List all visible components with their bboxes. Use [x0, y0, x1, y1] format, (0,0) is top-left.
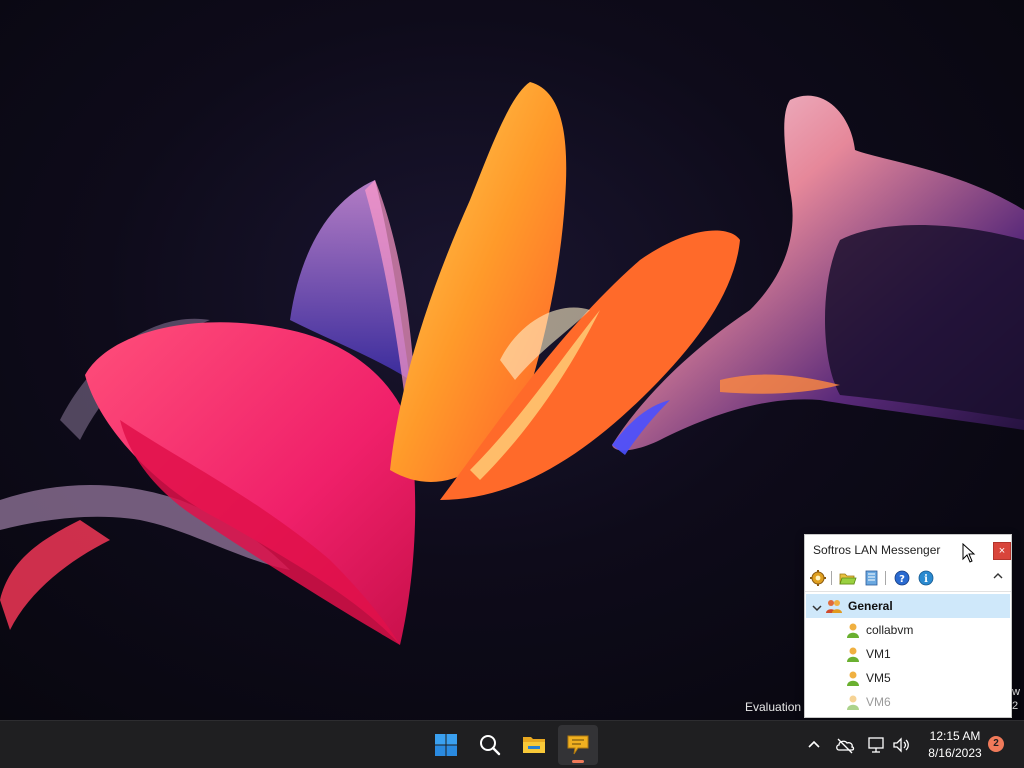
search-button[interactable]	[470, 725, 510, 765]
group-users-icon	[826, 598, 843, 614]
windows-start-icon	[435, 734, 457, 756]
svg-text:i: i	[924, 574, 928, 585]
offline-user-icon	[846, 694, 860, 710]
lan-messenger-icon	[567, 735, 589, 755]
chevron-up-icon[interactable]	[804, 735, 824, 755]
notification-badge[interactable]: 2	[988, 736, 1004, 752]
messenger-toolbar: ? i	[805, 565, 1011, 592]
help-icon[interactable]: ?	[893, 569, 911, 587]
watermark-edge-bottom: 2	[1012, 700, 1019, 712]
taskbar: 12:15 AM 8/16/2023 2	[0, 720, 1024, 768]
lan-messenger-taskbar-button[interactable]	[558, 725, 598, 765]
message-history-icon[interactable]	[863, 569, 881, 587]
collapse-toolbar-button[interactable]	[991, 569, 1005, 583]
user-row-vm5[interactable]: VM5	[805, 666, 1011, 690]
clock-date: 8/16/2023	[928, 746, 982, 760]
user-row-vm1[interactable]: VM1	[805, 642, 1011, 666]
online-user-icon	[846, 670, 860, 686]
mouse-cursor-icon	[962, 543, 976, 563]
user-name: VM6	[866, 695, 891, 709]
watermark-edge-top: w	[1012, 686, 1020, 698]
group-general[interactable]: General	[806, 594, 1010, 618]
online-user-icon	[846, 646, 860, 662]
svg-text:?: ?	[899, 574, 905, 585]
online-user-icon	[846, 622, 860, 638]
running-indicator	[572, 760, 584, 763]
gear-icon[interactable]	[809, 569, 827, 587]
file-explorer-button[interactable]	[514, 725, 554, 765]
search-icon	[480, 735, 501, 756]
info-icon[interactable]: i	[917, 569, 935, 587]
onedrive-icon[interactable]	[835, 735, 855, 755]
evaluation-watermark: Evaluation	[745, 700, 802, 714]
user-name: collabvm	[866, 623, 914, 637]
user-name: VM5	[866, 671, 891, 685]
messenger-titlebar[interactable]: Softros LAN Messenger ×	[805, 535, 1011, 565]
messenger-title: Softros LAN Messenger	[813, 543, 941, 557]
start-button[interactable]	[426, 725, 466, 765]
clock-time: 12:15 AM	[929, 729, 981, 743]
system-clock[interactable]: 12:15 AM 8/16/2023	[918, 728, 992, 762]
folder-open-icon[interactable]	[839, 569, 857, 587]
network-icon[interactable]	[866, 735, 886, 755]
chevron-up-icon	[993, 573, 1003, 579]
group-label: General	[848, 599, 893, 613]
chevron-down-icon[interactable]	[812, 600, 822, 612]
file-explorer-icon	[523, 737, 545, 753]
close-button[interactable]: ×	[993, 542, 1011, 560]
user-row-vm6[interactable]: VM6	[805, 690, 1011, 714]
user-row-collabvm[interactable]: collabvm	[805, 618, 1011, 642]
toolbar-separator	[831, 571, 832, 585]
desktop[interactable]: Evaluation w 2 Softros LAN Messenger × ?…	[0, 0, 1024, 720]
user-name: VM1	[866, 647, 891, 661]
lan-messenger-window[interactable]: Softros LAN Messenger × ? i General coll…	[804, 534, 1012, 718]
contact-list: General collabvm VM1 VM5 VM6	[805, 594, 1011, 714]
toolbar-separator	[885, 571, 886, 585]
volume-icon[interactable]	[891, 735, 911, 755]
